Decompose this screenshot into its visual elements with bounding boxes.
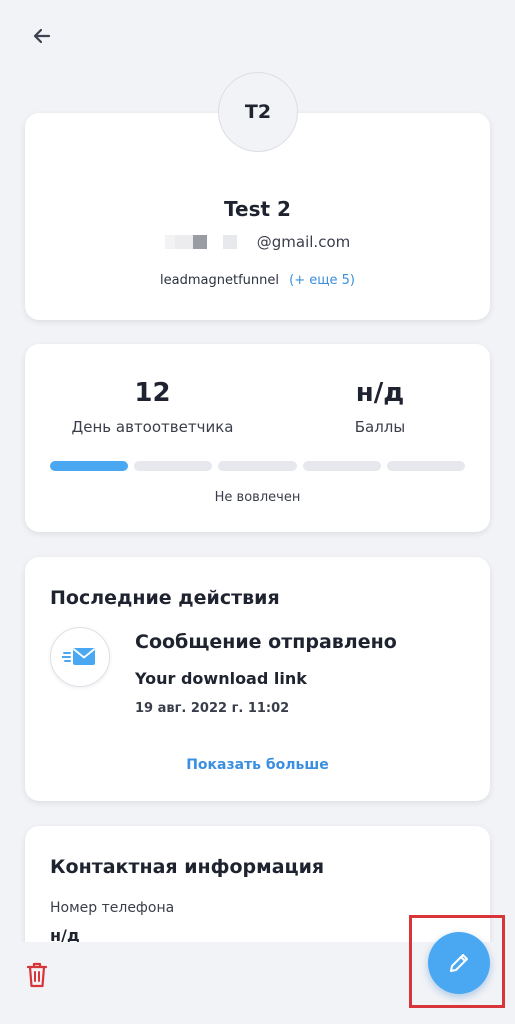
activity-item-title: Сообщение отправлено: [135, 631, 397, 653]
autoresponder-day-label: День автоответчика: [71, 418, 234, 436]
activity-item-date: 19 авг. 2022 г. 11:02: [135, 701, 290, 716]
email-redacted: [164, 235, 237, 249]
arrow-left-icon: [33, 28, 51, 44]
email-domain: @gmail.com: [256, 233, 351, 251]
progress-segment: [218, 461, 297, 471]
activity-section-title: Последние действия: [50, 587, 280, 609]
autoresponder-day-value: 12: [134, 378, 171, 408]
points-label: Баллы: [354, 418, 406, 436]
contact-section-title: Контактная информация: [50, 856, 325, 878]
progress-segment: [50, 461, 129, 471]
email-row: @gmail.com: [25, 233, 490, 251]
edit-button[interactable]: [428, 932, 490, 994]
points-stat: н/д Баллы: [305, 378, 455, 436]
progress-segment: [134, 461, 213, 471]
avatar: T2: [218, 72, 298, 152]
stats-card: 12 День автоответчика н/д Баллы Не вовле…: [25, 344, 490, 532]
activity-item-subject: Your download link: [135, 669, 307, 688]
autoresponder-day-stat: 12 День автоответчика: [65, 378, 240, 436]
activity-card: Последние действия Сообщение отправлено …: [25, 557, 490, 801]
points-value: н/д: [355, 378, 405, 408]
phone-label: Номер телефона: [50, 900, 175, 916]
show-more-link[interactable]: Показать больше: [25, 757, 490, 773]
trash-icon: [26, 962, 48, 988]
contact-name: Test 2: [224, 197, 291, 221]
progress-segment: [302, 461, 381, 471]
delete-button[interactable]: [22, 958, 52, 992]
engagement-progress: [50, 461, 466, 471]
activity-item-icon: [50, 627, 110, 687]
tags-row: leadmagnetfunnel (+ еще 5): [25, 273, 490, 288]
more-tags-link[interactable]: (+ еще 5): [289, 273, 355, 288]
tag-label: leadmagnetfunnel: [160, 273, 279, 288]
pencil-icon: [450, 954, 468, 972]
progress-segment: [386, 461, 466, 471]
engagement-status: Не вовлечен: [214, 490, 301, 505]
mail-sent-icon: [62, 648, 96, 665]
back-button[interactable]: [26, 20, 58, 52]
